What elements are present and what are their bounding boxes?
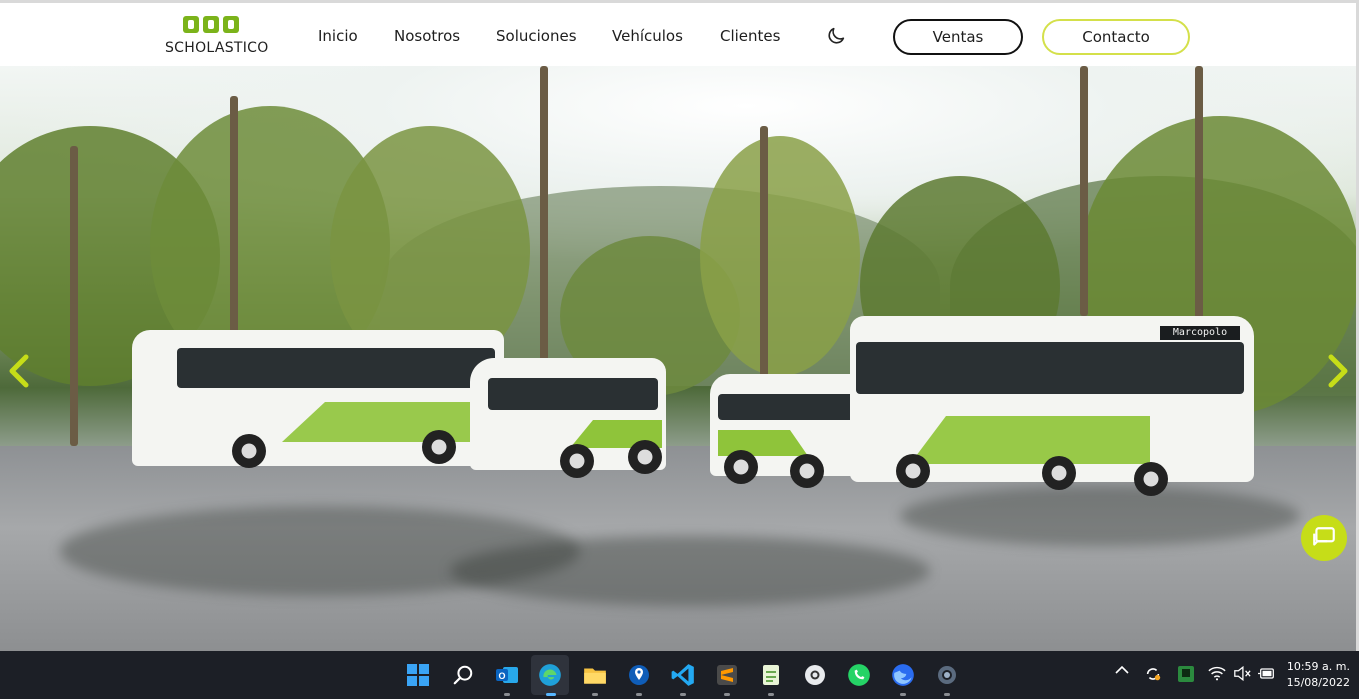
vehicle-wheel [1134, 462, 1168, 496]
brand-name: SCHOLASTICO [165, 40, 269, 56]
vehicle-stripe [282, 402, 497, 442]
svg-text:O: O [498, 671, 505, 681]
tree-shadow [450, 536, 930, 606]
tree-trunk [1195, 66, 1203, 326]
file-explorer-icon[interactable] [581, 661, 609, 689]
vehicle-wheel [724, 450, 758, 484]
vscode-icon[interactable] [669, 661, 697, 689]
logo-person-icon [203, 16, 219, 33]
site-header: SCHOLASTICO Inicio Nosotros Soluciones V… [0, 0, 1359, 66]
clock-time: 10:59 a. m. [1286, 660, 1350, 673]
tree-trunk [540, 66, 548, 366]
chrome-icon[interactable] [801, 661, 829, 689]
vehicle-minibus [132, 330, 504, 468]
vehicle-wheel [896, 454, 930, 488]
settings-icon[interactable] [933, 661, 961, 689]
vehicle-windows [856, 342, 1244, 394]
wifi-icon[interactable] [1208, 666, 1226, 684]
volume-muted-icon[interactable] [1233, 665, 1251, 684]
chevron-up-icon[interactable] [1115, 663, 1129, 678]
windows-taskbar: O 10:59 a. m. 15/08/2022 [0, 651, 1359, 699]
nav-vehiculos[interactable]: Vehículos [612, 27, 683, 45]
notepad-icon[interactable] [757, 661, 785, 689]
vehicle-wheel [422, 430, 456, 464]
vehicle-wheel [628, 440, 662, 474]
nav-nosotros[interactable]: Nosotros [394, 27, 460, 45]
slider-prev-button[interactable] [6, 354, 32, 388]
chat-icon [1313, 527, 1335, 546]
tree-trunk [1080, 66, 1088, 316]
vehicle-windows [177, 348, 495, 388]
vehicle-van [470, 358, 666, 478]
slider-next-button[interactable] [1325, 354, 1351, 388]
brand-logo[interactable]: SCHOLASTICO [165, 16, 275, 58]
whatsapp-icon[interactable] [845, 661, 873, 689]
tree-trunk [760, 126, 768, 386]
battery-icon[interactable] [1258, 666, 1276, 684]
outlook-icon[interactable]: O [493, 661, 521, 689]
logo-tree-icon [183, 16, 199, 33]
logo-icons [183, 16, 239, 33]
hero-slider: Marcopolo [0, 66, 1356, 651]
chevron-right-icon [1328, 354, 1348, 388]
vehicle-stripe [910, 416, 1150, 464]
moon-icon[interactable] [825, 25, 847, 47]
vehicle-bus: Marcopolo [850, 316, 1254, 496]
firefox-icon[interactable] [889, 661, 917, 689]
chevron-left-icon [9, 354, 29, 388]
vehicle-wheel [1042, 456, 1076, 490]
system-clock[interactable]: 10:59 a. m. 15/08/2022 [1284, 659, 1350, 691]
nav-soluciones[interactable]: Soluciones [496, 27, 577, 45]
ventas-button[interactable]: Ventas [893, 19, 1023, 55]
tree-foliage [700, 136, 860, 376]
windows-start-icon[interactable] [404, 661, 432, 689]
contacto-button[interactable]: Contacto [1042, 19, 1190, 55]
clock-date: 15/08/2022 [1286, 676, 1350, 689]
tree-shadow [900, 486, 1300, 546]
sync-icon[interactable] [1144, 665, 1162, 686]
sublime-icon[interactable] [713, 661, 741, 689]
vehicle-windows [488, 378, 658, 410]
logo-bus-icon [223, 16, 239, 33]
vehicle-wheel [790, 454, 824, 488]
bus-destination-sign: Marcopolo [1160, 326, 1240, 340]
app-tray-icon[interactable] [1177, 665, 1195, 686]
nav-inicio[interactable]: Inicio [318, 27, 358, 45]
search-icon[interactable] [449, 661, 477, 689]
vehicle-wheel [560, 444, 594, 478]
nav-clientes[interactable]: Clientes [720, 27, 780, 45]
tree-trunk [70, 146, 78, 446]
edge-icon[interactable] [531, 655, 569, 695]
chat-button[interactable] [1301, 515, 1347, 561]
maps-icon[interactable] [625, 661, 653, 689]
vehicle-wheel [232, 434, 266, 468]
